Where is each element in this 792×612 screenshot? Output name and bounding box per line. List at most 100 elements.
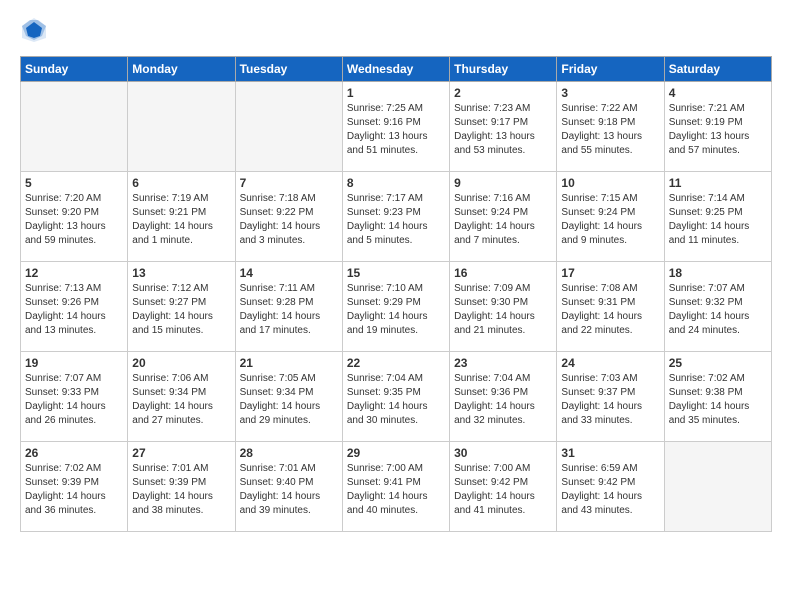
day-info: Sunrise: 7:25 AMSunset: 9:16 PMDaylight:… <box>347 102 445 158</box>
day-info: Sunrise: 7:12 AMSunset: 9:27 PMDaylight:… <box>132 282 230 338</box>
col-header-friday: Friday <box>557 57 664 82</box>
day-info: Sunrise: 7:01 AMSunset: 9:39 PMDaylight:… <box>132 462 230 518</box>
day-info: Sunrise: 7:00 AMSunset: 9:42 PMDaylight:… <box>454 462 552 518</box>
day-info: Sunrise: 7:07 AMSunset: 9:33 PMDaylight:… <box>25 372 123 428</box>
day-info: Sunrise: 7:08 AMSunset: 9:31 PMDaylight:… <box>561 282 659 338</box>
calendar-cell: 6 Sunrise: 7:19 AMSunset: 9:21 PMDaylight… <box>128 172 235 262</box>
calendar-cell: 29 Sunrise: 7:00 AMSunset: 9:41 PMDayligh… <box>342 442 449 532</box>
day-number: 15 <box>347 266 445 280</box>
calendar-cell: 12 Sunrise: 7:13 AMSunset: 9:26 PMDayligh… <box>21 262 128 352</box>
day-info: Sunrise: 7:05 AMSunset: 9:34 PMDaylight:… <box>240 372 338 428</box>
calendar-cell: 14 Sunrise: 7:11 AMSunset: 9:28 PMDayligh… <box>235 262 342 352</box>
day-info: Sunrise: 7:19 AMSunset: 9:21 PMDaylight:… <box>132 192 230 248</box>
calendar-cell: 15 Sunrise: 7:10 AMSunset: 9:29 PMDayligh… <box>342 262 449 352</box>
day-number: 4 <box>669 86 767 100</box>
calendar-cell: 24 Sunrise: 7:03 AMSunset: 9:37 PMDayligh… <box>557 352 664 442</box>
day-number: 31 <box>561 446 659 460</box>
day-info: Sunrise: 7:00 AMSunset: 9:41 PMDaylight:… <box>347 462 445 518</box>
col-header-wednesday: Wednesday <box>342 57 449 82</box>
day-info: Sunrise: 7:23 AMSunset: 9:17 PMDaylight:… <box>454 102 552 158</box>
day-number: 12 <box>25 266 123 280</box>
day-number: 25 <box>669 356 767 370</box>
day-number: 10 <box>561 176 659 190</box>
day-info: Sunrise: 7:22 AMSunset: 9:18 PMDaylight:… <box>561 102 659 158</box>
calendar-week-row: 12 Sunrise: 7:13 AMSunset: 9:26 PMDayligh… <box>21 262 772 352</box>
day-info: Sunrise: 7:02 AMSunset: 9:39 PMDaylight:… <box>25 462 123 518</box>
day-number: 27 <box>132 446 230 460</box>
day-number: 20 <box>132 356 230 370</box>
day-info: Sunrise: 7:13 AMSunset: 9:26 PMDaylight:… <box>25 282 123 338</box>
calendar-cell: 3 Sunrise: 7:22 AMSunset: 9:18 PMDaylight… <box>557 82 664 172</box>
day-info: Sunrise: 7:16 AMSunset: 9:24 PMDaylight:… <box>454 192 552 248</box>
day-number: 28 <box>240 446 338 460</box>
calendar-cell: 18Sunrise: 7:07 AMSunset: 9:32 PMDayligh… <box>664 262 771 352</box>
day-info: Sunrise: 7:03 AMSunset: 9:37 PMDaylight:… <box>561 372 659 428</box>
calendar-week-row: 5 Sunrise: 7:20 AMSunset: 9:20 PMDaylight… <box>21 172 772 262</box>
calendar-cell: 13 Sunrise: 7:12 AMSunset: 9:27 PMDayligh… <box>128 262 235 352</box>
day-number: 3 <box>561 86 659 100</box>
calendar-cell: 20Sunrise: 7:06 AMSunset: 9:34 PMDayligh… <box>128 352 235 442</box>
day-info: Sunrise: 7:04 AMSunset: 9:36 PMDaylight:… <box>454 372 552 428</box>
day-info: Sunrise: 7:09 AMSunset: 9:30 PMDaylight:… <box>454 282 552 338</box>
day-number: 6 <box>132 176 230 190</box>
day-info: Sunrise: 7:17 AMSunset: 9:23 PMDaylight:… <box>347 192 445 248</box>
col-header-saturday: Saturday <box>664 57 771 82</box>
calendar-cell: 25 Sunrise: 7:02 AMSunset: 9:38 PMDayligh… <box>664 352 771 442</box>
calendar-cell: 21 Sunrise: 7:05 AMSunset: 9:34 PMDayligh… <box>235 352 342 442</box>
col-header-sunday: Sunday <box>21 57 128 82</box>
day-number: 22 <box>347 356 445 370</box>
day-number: 2 <box>454 86 552 100</box>
day-number: 29 <box>347 446 445 460</box>
calendar-cell: 5 Sunrise: 7:20 AMSunset: 9:20 PMDaylight… <box>21 172 128 262</box>
calendar-cell: 1Sunrise: 7:25 AMSunset: 9:16 PMDaylight… <box>342 82 449 172</box>
calendar-cell: 23 Sunrise: 7:04 AMSunset: 9:36 PMDayligh… <box>450 352 557 442</box>
calendar-cell: 31 Sunrise: 6:59 AMSunset: 9:42 PMDayligh… <box>557 442 664 532</box>
day-number: 30 <box>454 446 552 460</box>
day-number: 19 <box>25 356 123 370</box>
calendar-cell <box>664 442 771 532</box>
calendar-cell: 19 Sunrise: 7:07 AMSunset: 9:33 PMDayligh… <box>21 352 128 442</box>
calendar-cell: 10 Sunrise: 7:15 AMSunset: 9:24 PMDayligh… <box>557 172 664 262</box>
day-info: Sunrise: 7:15 AMSunset: 9:24 PMDaylight:… <box>561 192 659 248</box>
day-info: Sunrise: 7:11 AMSunset: 9:28 PMDaylight:… <box>240 282 338 338</box>
calendar-week-row: 19 Sunrise: 7:07 AMSunset: 9:33 PMDayligh… <box>21 352 772 442</box>
day-number: 13 <box>132 266 230 280</box>
day-info: Sunrise: 7:20 AMSunset: 9:20 PMDaylight:… <box>25 192 123 248</box>
day-number: 9 <box>454 176 552 190</box>
calendar-cell: 28 Sunrise: 7:01 AMSunset: 9:40 PMDayligh… <box>235 442 342 532</box>
calendar-cell: 7Sunrise: 7:18 AMSunset: 9:22 PMDaylight… <box>235 172 342 262</box>
day-number: 14 <box>240 266 338 280</box>
calendar-cell: 2 Sunrise: 7:23 AMSunset: 9:17 PMDaylight… <box>450 82 557 172</box>
calendar-week-row: 26Sunrise: 7:02 AMSunset: 9:39 PMDayligh… <box>21 442 772 532</box>
col-header-tuesday: Tuesday <box>235 57 342 82</box>
day-number: 11 <box>669 176 767 190</box>
calendar-table: SundayMondayTuesdayWednesdayThursdayFrid… <box>20 56 772 532</box>
calendar-cell: 30 Sunrise: 7:00 AMSunset: 9:42 PMDayligh… <box>450 442 557 532</box>
calendar-cell: 16 Sunrise: 7:09 AMSunset: 9:30 PMDayligh… <box>450 262 557 352</box>
day-info: Sunrise: 6:59 AMSunset: 9:42 PMDaylight:… <box>561 462 659 518</box>
day-number: 16 <box>454 266 552 280</box>
day-number: 21 <box>240 356 338 370</box>
day-number: 8 <box>347 176 445 190</box>
day-number: 24 <box>561 356 659 370</box>
day-info: Sunrise: 7:01 AMSunset: 9:40 PMDaylight:… <box>240 462 338 518</box>
logo-icon <box>20 16 48 44</box>
day-number: 7 <box>240 176 338 190</box>
day-info: Sunrise: 7:04 AMSunset: 9:35 PMDaylight:… <box>347 372 445 428</box>
day-info: Sunrise: 7:02 AMSunset: 9:38 PMDaylight:… <box>669 372 767 428</box>
col-header-monday: Monday <box>128 57 235 82</box>
day-number: 18 <box>669 266 767 280</box>
day-number: 23 <box>454 356 552 370</box>
day-info: Sunrise: 7:10 AMSunset: 9:29 PMDaylight:… <box>347 282 445 338</box>
calendar-cell: 11 Sunrise: 7:14 AMSunset: 9:25 PMDayligh… <box>664 172 771 262</box>
day-info: Sunrise: 7:21 AMSunset: 9:19 PMDaylight:… <box>669 102 767 158</box>
calendar-cell <box>128 82 235 172</box>
calendar-header-row: SundayMondayTuesdayWednesdayThursdayFrid… <box>21 57 772 82</box>
calendar-cell: 22 Sunrise: 7:04 AMSunset: 9:35 PMDayligh… <box>342 352 449 442</box>
calendar-cell <box>235 82 342 172</box>
day-info: Sunrise: 7:14 AMSunset: 9:25 PMDaylight:… <box>669 192 767 248</box>
calendar-cell: 27 Sunrise: 7:01 AMSunset: 9:39 PMDayligh… <box>128 442 235 532</box>
calendar-cell: 4 Sunrise: 7:21 AMSunset: 9:19 PMDaylight… <box>664 82 771 172</box>
calendar-cell: 9 Sunrise: 7:16 AMSunset: 9:24 PMDaylight… <box>450 172 557 262</box>
day-number: 5 <box>25 176 123 190</box>
